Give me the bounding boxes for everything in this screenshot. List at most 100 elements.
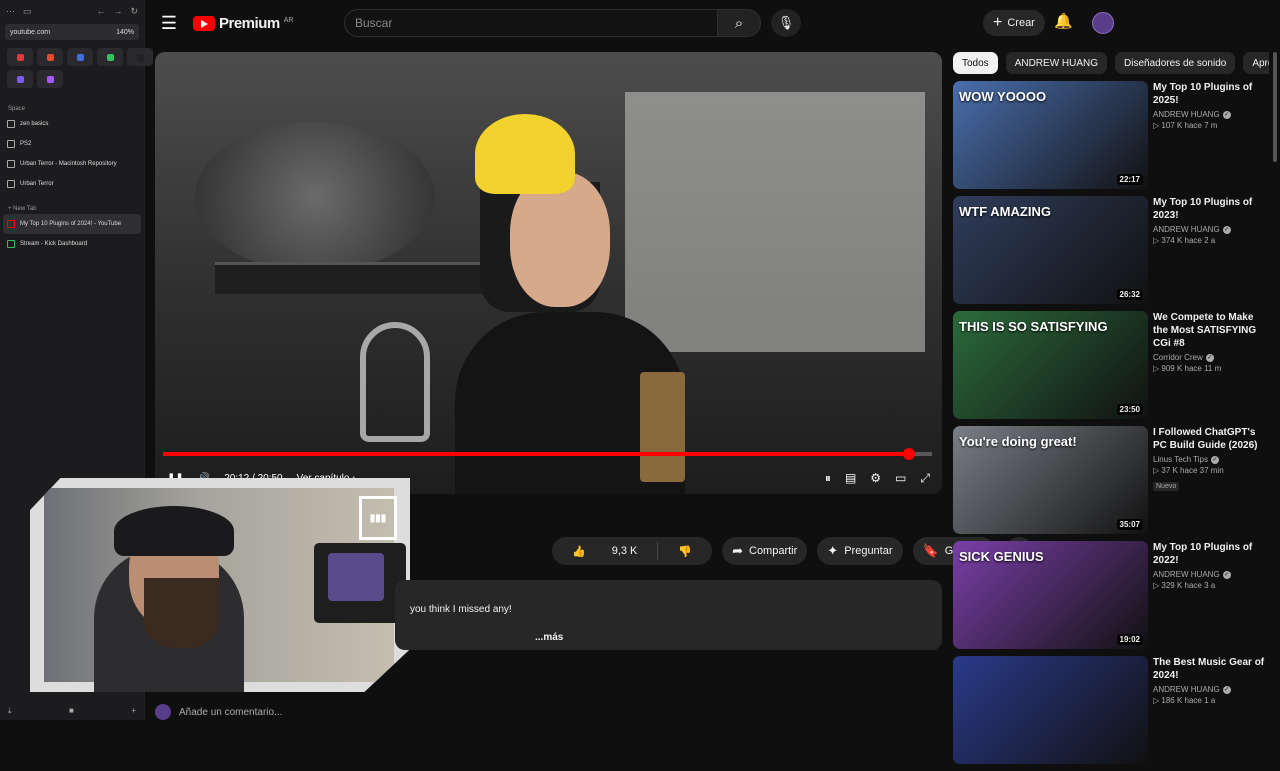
search-button[interactable]: ⌕ xyxy=(717,9,761,37)
menu-dots-icon[interactable]: ⋯ xyxy=(6,6,15,17)
channel-name[interactable]: ANDREW HUANG ✓ xyxy=(1153,685,1269,694)
recommended-video[interactable]: WOW YOOOO 22:17 My Top 10 Plugins of 2025!… xyxy=(953,81,1269,196)
zoom-level[interactable]: 140% xyxy=(116,29,134,36)
verified-check-icon: ✓ xyxy=(1222,570,1231,579)
scrubber-handle[interactable] xyxy=(902,448,915,460)
dislike-button[interactable]: 👎 xyxy=(658,545,712,558)
workspace-icon[interactable]: ■ xyxy=(69,706,74,716)
create-label: Crear xyxy=(1007,17,1035,29)
video-meta: ▷ 374 K hace 2 a xyxy=(1153,236,1216,245)
sidebar-tab-label: PS2 xyxy=(20,141,32,147)
plus-icon: + xyxy=(993,14,1003,31)
video-thumbnail[interactable]: WTF AMAZING 26:32 xyxy=(953,196,1148,304)
filter-chip[interactable]: Diseñadores de sonido xyxy=(1115,52,1236,74)
video-thumbnail[interactable]: WOW YOOOO 22:17 xyxy=(953,81,1148,189)
hamburger-menu-icon[interactable]: ☰ xyxy=(145,13,193,34)
recommended-video[interactable]: The Best Music Gear of 2024! ANDREW HUANG… xyxy=(953,656,1269,771)
pinned-tab[interactable] xyxy=(7,70,33,88)
pinned-tab[interactable] xyxy=(97,48,123,66)
video-thumbnail[interactable]: SICK GENIUS 19:02 xyxy=(953,541,1148,649)
channel-name[interactable]: Corridor Crew ✓ xyxy=(1153,353,1269,362)
comment-input[interactable]: Añade un comentario... xyxy=(155,704,282,720)
theater-mode-icon[interactable]: ▭ xyxy=(895,471,906,486)
video-title[interactable]: The Best Music Gear of 2024! xyxy=(1153,656,1269,682)
filter-chip[interactable]: ANDREW HUANG xyxy=(1005,52,1108,74)
video-thumbnail[interactable]: You're doing great! 35:07 xyxy=(953,426,1148,534)
create-button[interactable]: + Crear xyxy=(983,10,1045,36)
account-avatar[interactable] xyxy=(1092,12,1114,34)
filter-chip[interactable]: Aprendi xyxy=(1243,52,1269,74)
video-thumbnail[interactable] xyxy=(953,656,1148,764)
channel-name[interactable]: Linus Tech Tips ✓ xyxy=(1153,455,1269,464)
description-box[interactable]: you think I missed any! ...más xyxy=(395,580,942,650)
like-button[interactable]: 👍 9,3 K xyxy=(552,545,657,558)
video-title[interactable]: My Top 10 Plugins of 2022! xyxy=(1153,541,1269,567)
pinned-tab[interactable] xyxy=(127,48,153,66)
forward-icon[interactable]: → xyxy=(113,6,122,16)
sidebar-tab[interactable]: zen basics xyxy=(0,114,144,134)
scrollbar[interactable] xyxy=(1273,52,1277,162)
sidebar-toggle-icon[interactable]: ▭ xyxy=(23,6,32,17)
add-workspace-icon[interactable]: + xyxy=(131,706,136,716)
folder-icon xyxy=(7,160,15,168)
video-info: My Top 10 Plugins of 2022! ANDREW HUANG ✓ ▷… xyxy=(1153,541,1269,590)
progress-fill xyxy=(163,452,909,456)
filter-chip[interactable]: Todos xyxy=(953,52,998,74)
streamer-logo: ▮▮▮ xyxy=(359,496,397,540)
settings-gear-icon[interactable]: ⚙ xyxy=(870,471,881,486)
open-tab[interactable]: My Top 10 Plugins of 2024! - YouTube xyxy=(3,214,141,234)
video-duration: 22:17 xyxy=(1116,174,1143,185)
recommended-video[interactable]: You're doing great! 35:07 I Followed ChatG… xyxy=(953,426,1269,541)
share-button[interactable]: ➦ Compartir xyxy=(722,537,808,565)
autoplay-toggle-icon[interactable]: ⏸ xyxy=(825,471,831,486)
notifications-bell-icon[interactable]: 🔔 xyxy=(1054,12,1073,30)
webcam-tv xyxy=(314,543,406,623)
open-tab[interactable]: Stream - Kick Dashboard xyxy=(0,234,144,254)
comment-placeholder: Añade un comentario... xyxy=(179,706,283,718)
video-title[interactable]: My Top 10 Plugins of 2023! xyxy=(1153,196,1269,222)
subtitles-icon[interactable]: ▤ xyxy=(845,471,856,486)
channel-name[interactable]: ANDREW HUANG ✓ xyxy=(1153,570,1269,579)
video-thumbnail[interactable]: THIS IS SO SATISFYING 23:50 xyxy=(953,311,1148,419)
pinned-tab[interactable] xyxy=(67,48,93,66)
new-tab-label: New Tab xyxy=(13,206,37,212)
voice-search-button[interactable]: 🎙 xyxy=(771,9,801,37)
video-title[interactable]: We Compete to Make the Most SATISFYING C… xyxy=(1153,311,1269,350)
progress-bar[interactable] xyxy=(163,448,932,460)
description-text: you think I missed any! xyxy=(410,604,512,615)
sidebar-footer: ⤓ ■ + xyxy=(0,706,144,716)
fullscreen-icon[interactable]: ⤢ xyxy=(920,471,930,486)
video-title[interactable]: I Followed ChatGPT's PC Build Guide (202… xyxy=(1153,426,1269,452)
site-favicon-icon xyxy=(7,220,15,228)
sidebar-tab[interactable]: Urban Terror xyxy=(0,174,144,194)
show-more-link[interactable]: ...más xyxy=(535,632,563,643)
video-title[interactable]: My Top 10 Plugins of 2025! xyxy=(1153,81,1269,107)
channel-label: ANDREW HUANG xyxy=(1153,225,1220,234)
share-icon: ➦ xyxy=(732,543,743,558)
ask-button[interactable]: ✦ Preguntar xyxy=(817,537,903,565)
sidebar-tab[interactable]: PS2 xyxy=(0,134,144,154)
share-label: Compartir xyxy=(749,545,798,557)
video-info: My Top 10 Plugins of 2023! ANDREW HUANG ✓ ▷… xyxy=(1153,196,1269,245)
like-count: 9,3 K xyxy=(611,545,638,557)
recommended-video[interactable]: SICK GENIUS 19:02 My Top 10 Plugins of 202… xyxy=(953,541,1269,656)
recommended-video[interactable]: THIS IS SO SATISFYING 23:50 We Compete to … xyxy=(953,311,1269,426)
search-input[interactable]: Buscar xyxy=(344,9,718,37)
recommended-video[interactable]: WTF AMAZING 26:32 My Top 10 Plugins of 202… xyxy=(953,196,1269,311)
new-tab-button[interactable]: + New Tab xyxy=(0,204,144,214)
reload-icon[interactable]: ↻ xyxy=(130,6,138,17)
downloads-icon[interactable]: ⤓ xyxy=(8,706,12,716)
sidebar-tab[interactable]: Urban Terror - Macintosh Repository xyxy=(0,154,144,174)
pinned-tab[interactable] xyxy=(7,48,33,66)
video-meta: ▷ 186 K hace 1 a xyxy=(1153,696,1216,705)
channel-name[interactable]: ANDREW HUANG ✓ xyxy=(1153,110,1269,119)
url-bar[interactable]: youtube.com 140% xyxy=(5,24,139,40)
youtube-logo[interactable]: Premium AR xyxy=(193,15,293,32)
verified-check-icon: ✓ xyxy=(1222,685,1231,694)
back-icon[interactable]: ← xyxy=(96,6,105,16)
pinned-tab[interactable] xyxy=(37,48,63,66)
pinned-tab[interactable] xyxy=(37,70,63,88)
video-player[interactable]: ❚❚ 🔊 20:12 / 20:50 Ver capítulo › ⏸ ▤ ⚙ … xyxy=(155,52,942,494)
channel-label: Corridor Crew xyxy=(1153,353,1203,362)
channel-name[interactable]: ANDREW HUANG ✓ xyxy=(1153,225,1269,234)
